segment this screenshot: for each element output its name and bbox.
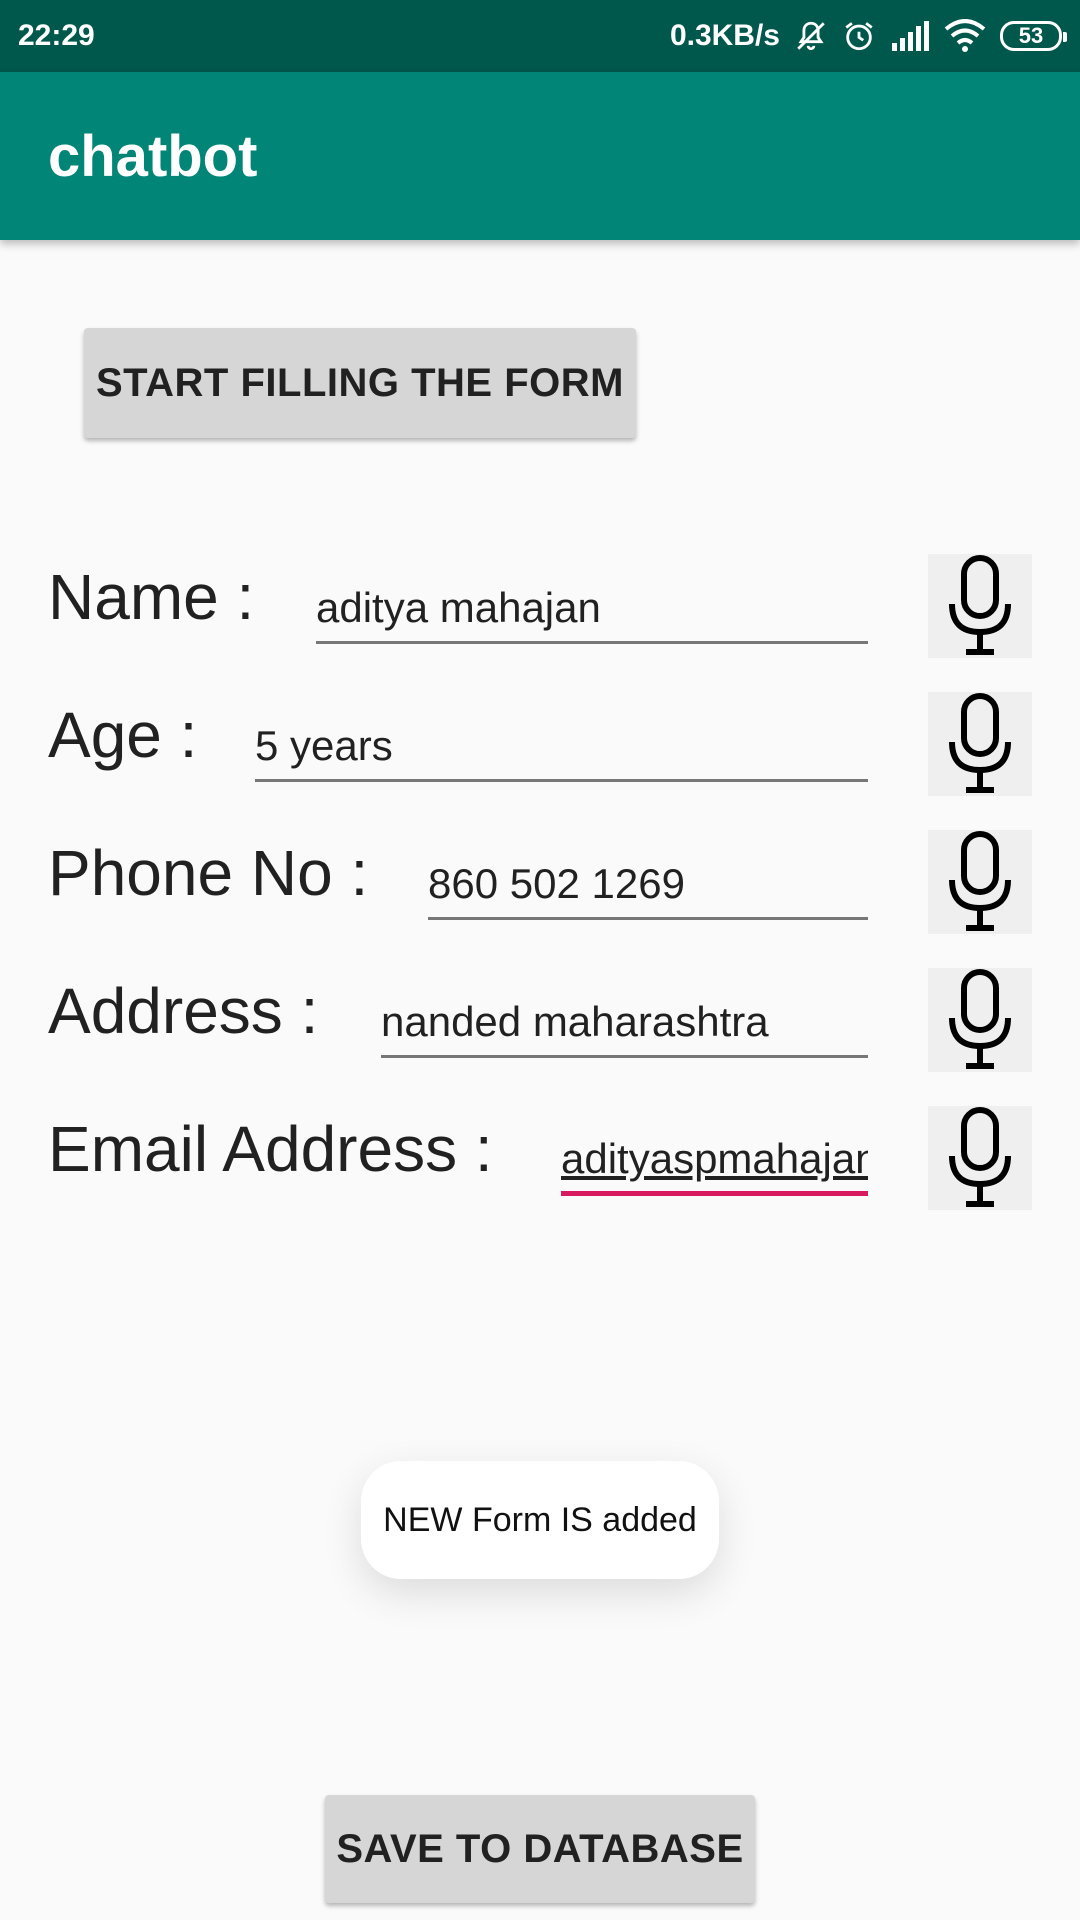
bell-muted-icon [797,21,825,51]
form-row-address: Address : nanded maharashtra [0,964,1080,1084]
address-mic-button[interactable] [928,968,1032,1072]
microphone-icon [949,1107,1011,1207]
form-row-age: Age : 5 years [0,688,1080,808]
age-mic-button[interactable] [928,692,1032,796]
microphone-icon [949,969,1011,1069]
name-mic-button[interactable] [928,554,1032,658]
microphone-icon [949,831,1011,931]
microphone-icon [949,555,1011,655]
save-to-database-button[interactable]: SAVE TO DATABASE [325,1795,755,1903]
network-speed: 0.3KB/s [669,19,780,52]
phone-label: Phone No : [48,837,369,909]
app-bar: chatbot [0,72,1080,240]
start-filling-button[interactable]: START FILLING THE FORM [84,328,636,438]
signal-icon [892,21,929,51]
age-field[interactable]: 5 years [255,712,868,782]
email-field[interactable]: adityaspmahajan [561,1126,868,1196]
alarm-icon [845,22,873,51]
name-field[interactable]: aditya mahajan [316,574,868,644]
name-label: Name : [48,561,255,633]
wifi-icon [944,19,986,52]
status-bar: 22:29 0.3KB/s 53 [0,0,1080,72]
app-title: chatbot [48,123,258,189]
battery-icon: 53 [1000,21,1067,51]
status-icons: 0.3KB/s 53 [669,19,1067,53]
email-mic-button[interactable] [928,1106,1032,1210]
microphone-icon [949,693,1011,793]
address-field[interactable]: nanded maharashtra [381,988,868,1058]
age-label: Age : [48,699,198,771]
email-label: Email Address : [48,1113,493,1185]
form-row-email: Email Address : adityaspmahajan [0,1102,1080,1222]
address-label: Address : [48,975,319,1047]
form-row-name: Name : aditya mahajan [0,550,1080,670]
toast-message: NEW Form IS added [361,1461,719,1579]
battery-level: 53 [1018,23,1044,48]
form-row-phone: Phone No : 860 502 1269 [0,826,1080,946]
status-time: 22:29 [18,19,95,52]
phone-mic-button[interactable] [928,830,1032,934]
phone-field[interactable]: 860 502 1269 [428,850,868,920]
